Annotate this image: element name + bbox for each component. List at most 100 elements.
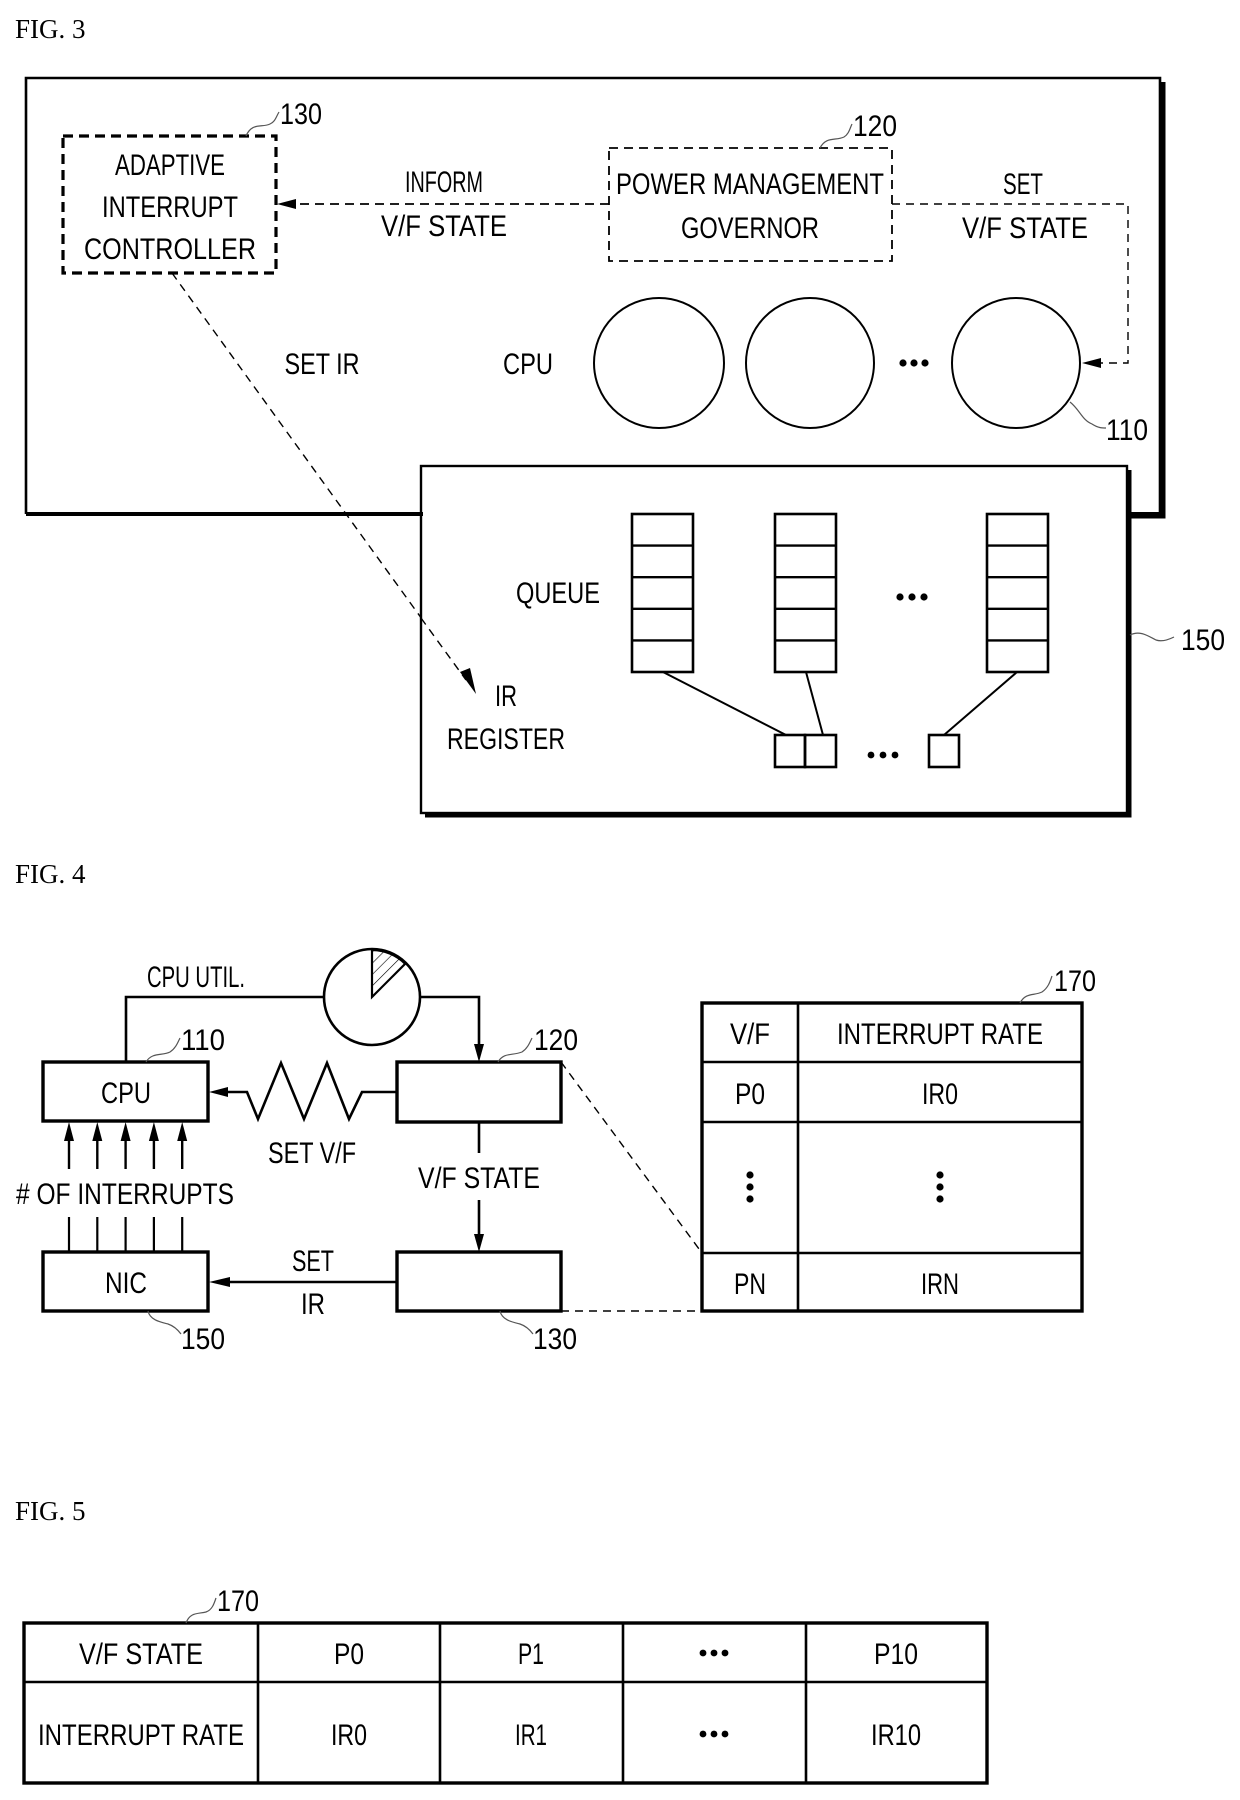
queue-label: QUEUE — [516, 577, 600, 610]
fig4-table-header-vf: V/F — [730, 1018, 770, 1051]
fig4-cpu-box[interactable]: CPU — [41, 1060, 210, 1123]
fig5-ellipsis-icon — [699, 1730, 729, 1738]
set-vf-label-line-2: V/F STATE — [962, 212, 1088, 245]
figure-4: FIG. 4 CPU UTIL. CPU 110 120 SET V/F V/F… — [15, 859, 1096, 1356]
fig4-ref-150-label: 150 — [181, 1323, 225, 1356]
fig5-ref-170-leader — [185, 1597, 217, 1624]
figure-3: FIG. 3 ADAPTIVE INTERRUPT CONTROLLER 130… — [15, 14, 1225, 818]
ref-120-leader — [819, 123, 853, 149]
fig4-table-cell: PN — [734, 1268, 766, 1301]
cpu-core-group: CPU — [503, 297, 1081, 429]
fig5-table-cell: P10 — [874, 1638, 918, 1671]
inform-label-line-2: V/F STATE — [381, 210, 507, 243]
fig4-table-vertical-ellipsis-icon — [746, 1171, 754, 1203]
fig5-table-cell: P0 — [334, 1638, 364, 1671]
ref-110-leader — [1069, 401, 1107, 429]
cpu-util-line-right — [420, 995, 481, 1048]
ref-150-leader — [1129, 632, 1175, 642]
fig4-ref-120-label: 120 — [534, 1024, 578, 1057]
fig5-vf-table: V/F STATE P0 P1 P10 INTERRUPT RATE IR0 I… — [22, 1621, 989, 1785]
governor-line-1: POWER MANAGEMENT — [616, 168, 884, 201]
set-vf-label-line-1: SET — [1003, 168, 1043, 201]
fig4-vf-table: V/F INTERRUPT RATE P0 IR0 PN IRN — [700, 1001, 1084, 1313]
fig3-system-box — [24, 76, 1166, 519]
ref-130-leader — [245, 111, 280, 137]
fig4-ref-150-leader — [147, 1310, 182, 1335]
cpu-util-arrowhead-icon — [474, 1044, 484, 1062]
fig3-title: FIG. 3 — [15, 14, 86, 44]
fig5-table-row-header-vf: V/F STATE — [79, 1638, 203, 1671]
fig4-set-ir-label-line-1: SET — [292, 1245, 334, 1278]
fig4-controller-outline — [395, 1250, 563, 1313]
fig4-ref-110-leader — [145, 1037, 181, 1063]
ir-register-label-line-1: IR — [495, 680, 517, 713]
adaptive-controller-line-3: CONTROLLER — [84, 233, 256, 266]
fig4-cpu-label: CPU — [101, 1077, 151, 1110]
cpu-core-2[interactable] — [745, 297, 875, 429]
governor-line-2: GOVERNOR — [681, 212, 819, 245]
interrupt-arrowhead-icon — [177, 1122, 188, 1141]
vf-state-arrow: V/F STATE — [418, 1122, 540, 1252]
set-vf-state-arrow: SET V/F STATE — [892, 168, 1129, 368]
fig5-table-cell: IR0 — [331, 1719, 367, 1752]
queue-ellipsis-icon — [896, 593, 928, 601]
fig5-table-cell: P1 — [518, 1638, 544, 1671]
set-vf-arrowhead-icon — [1082, 358, 1101, 368]
vf-state-label: V/F STATE — [418, 1162, 540, 1195]
vf-state-arrowhead-icon — [474, 1234, 484, 1252]
ref-120-label: 120 — [853, 110, 897, 143]
fig4-table-cell: IR0 — [922, 1078, 958, 1111]
fig4-controller-box[interactable] — [395, 1250, 563, 1313]
fig5-ref-170-label: 170 — [217, 1585, 259, 1618]
fig4-set-ir-arrowhead-icon — [209, 1277, 230, 1287]
inform-vf-state-arrow: INFORM V/F STATE — [277, 166, 609, 243]
ir-register-label-line-2: REGISTER — [447, 723, 565, 756]
fig3-system-outline — [24, 76, 1162, 516]
fig4-set-ir-arrow: SET IR — [209, 1245, 397, 1321]
fig4-table-header-rate: INTERRUPT RATE — [837, 1018, 1043, 1051]
ref-130-label: 130 — [280, 98, 322, 131]
fig4-nic-box[interactable]: NIC — [41, 1250, 210, 1313]
fig4-governor-box[interactable] — [395, 1060, 563, 1124]
cpu-core-n[interactable] — [951, 297, 1081, 429]
fig5-title: FIG. 5 — [15, 1496, 86, 1526]
adaptive-interrupt-controller-box[interactable]: ADAPTIVE INTERRUPT CONTROLLER — [61, 134, 278, 275]
set-vf-label: SET V/F — [268, 1137, 356, 1170]
inform-arrowhead-icon — [277, 199, 296, 209]
patent-figures-sheet: FIG. 3 ADAPTIVE INTERRUPT CONTROLLER 130… — [15, 14, 1225, 1785]
fig4-table-cell: IRN — [921, 1268, 959, 1301]
cpu-core-1[interactable] — [593, 297, 725, 429]
fig4-title: FIG. 4 — [15, 859, 86, 889]
inform-label-line-1: INFORM — [405, 166, 483, 199]
interrupt-arrowhead-icon — [120, 1122, 131, 1141]
governor-table-connector — [560, 1061, 703, 1254]
fig4-set-ir-label-line-2: IR — [301, 1288, 325, 1321]
fig5-table-cell: IR10 — [871, 1719, 921, 1752]
fig3-system-shadow — [1130, 82, 1166, 519]
register-ellipsis-icon — [867, 751, 899, 759]
ref-150-label: 150 — [1181, 624, 1225, 657]
fig4-ref-170-label: 170 — [1054, 965, 1096, 998]
fig4-table-vertical-ellipsis-icon — [936, 1171, 944, 1203]
fig4-ref-170-leader — [1019, 975, 1053, 1004]
cpu-util-line-left — [124, 995, 324, 1062]
figure-5: FIG. 5 V/F STATE P0 P1 P10 INTERRUPT RAT… — [15, 1496, 989, 1785]
set-vf-zigzag-line — [224, 1059, 397, 1123]
set-ir-label: SET IR — [285, 348, 360, 381]
fig4-ref-130-label: 130 — [533, 1323, 577, 1356]
cpu-util-pie — [322, 947, 422, 1047]
cpu-ellipsis-icon — [899, 359, 929, 367]
fig5-table-cell: IR1 — [515, 1719, 547, 1752]
set-vf-arrowhead-icon — [209, 1087, 228, 1097]
fig4-ref-110-label: 110 — [181, 1024, 225, 1057]
interrupt-arrowhead-icon — [64, 1122, 74, 1141]
power-management-governor-box[interactable]: POWER MANAGEMENT GOVERNOR — [608, 147, 893, 262]
cpu-util-label: CPU UTIL. — [147, 961, 245, 994]
fig5-ellipsis-icon — [699, 1649, 729, 1657]
interrupt-arrowhead-icon — [148, 1122, 159, 1141]
fig4-ref-130-leader — [499, 1310, 534, 1335]
interrupts-label: # OF INTERRUPTS — [16, 1178, 234, 1211]
set-vf-zigzag-arrow: SET V/F — [209, 1059, 397, 1170]
adaptive-controller-line-2: INTERRUPT — [102, 191, 238, 224]
fig4-nic-label: NIC — [105, 1267, 147, 1300]
